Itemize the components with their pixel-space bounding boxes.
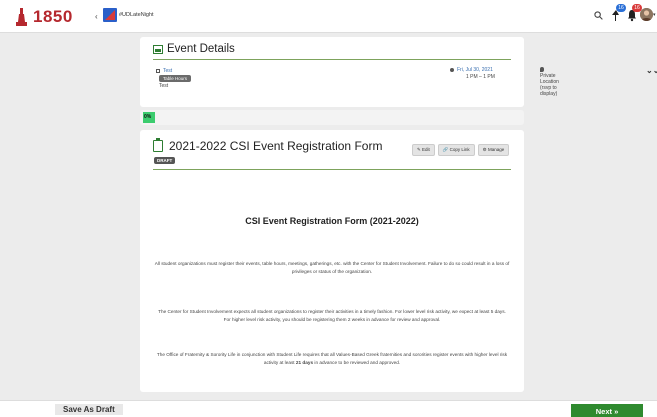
user-menu-caret-icon[interactable]: ▾ xyxy=(653,12,656,18)
event-location-text: Private Location (rsvp to display) xyxy=(540,73,559,97)
greek-life-paragraph: The Office of Fraternity & Sorority Life… xyxy=(156,352,508,365)
form-footer: Save As Draft Next » xyxy=(0,400,657,417)
status-badge: DRAFT xyxy=(154,157,176,164)
search-icon[interactable] xyxy=(594,11,603,20)
form-progress-bar: 0% xyxy=(140,110,524,125)
user-avatar[interactable] xyxy=(640,8,653,21)
divider xyxy=(153,59,511,60)
checkin-count-badge: 16 xyxy=(616,4,626,12)
timing-paragraph: The Center for Student Involvement expec… xyxy=(158,309,506,322)
checkbox-icon xyxy=(156,69,160,73)
divider xyxy=(153,169,511,170)
form-title: 2021-2022 CSI Event Registration Form xyxy=(169,139,383,153)
logo-text: 1850 xyxy=(33,7,73,26)
form-header: 2021-2022 CSI Event Registration Form xyxy=(153,138,383,153)
location-pin-icon xyxy=(540,67,544,73)
back-chevron-icon[interactable]: ‹ xyxy=(95,12,98,21)
event-name: Test xyxy=(163,68,173,74)
checkin-button[interactable]: 16 xyxy=(610,4,626,22)
event-date: Fri, Jul 30, 2021 xyxy=(450,67,493,73)
event-details-title: Event Details xyxy=(167,43,235,55)
home-logo[interactable]: 1850 xyxy=(16,7,73,27)
event-name-link[interactable]: Test xyxy=(156,68,172,74)
form-actions: ✎ Edit 🔗 Copy Link ⚙ Manage xyxy=(412,144,510,156)
form-section-heading: CSI Event Registration Form (2021-2022) xyxy=(245,216,419,226)
calendar-icon xyxy=(153,44,163,54)
user-photo-icon xyxy=(640,8,653,21)
event-description: Test xyxy=(159,83,169,89)
event-location: Private Location (rsvp to display) xyxy=(540,67,559,97)
clock-icon xyxy=(450,67,454,72)
org-name[interactable]: #UDLateNight xyxy=(119,12,154,18)
clipboard-icon xyxy=(153,138,163,152)
event-details-card: Event Details Test Table Hours Test Fri,… xyxy=(140,37,657,107)
event-type-tag: Table Hours xyxy=(159,75,192,82)
intro-paragraph: All student organizations must register … xyxy=(154,261,510,274)
top-nav-bar: 1850 ‹ #UDLateNight 16 16 ▾ xyxy=(0,0,657,33)
progress-fill: 0% xyxy=(143,112,155,123)
edit-button[interactable]: ✎ Edit xyxy=(412,144,435,156)
event-details-header: Event Details xyxy=(153,43,235,55)
manage-button[interactable]: ⚙ Manage xyxy=(477,144,510,156)
next-button[interactable]: Next » xyxy=(571,404,643,417)
copy-link-button[interactable]: 🔗 Copy Link xyxy=(437,144,475,156)
save-draft-button[interactable]: Save As Draft xyxy=(55,404,123,415)
event-time: 1 PM – 1 PM xyxy=(466,74,495,80)
notifications-button[interactable]: 16 xyxy=(626,4,642,22)
emphasis-text: 21 days xyxy=(295,360,314,365)
event-date-text: Fri, Jul 30, 2021 xyxy=(457,67,493,73)
org-avatar-icon[interactable] xyxy=(103,8,117,22)
double-chevron-down-icon[interactable]: ⌄⌄ xyxy=(646,66,657,75)
tower-icon xyxy=(16,8,27,26)
form-card: 2021-2022 CSI Event Registration Form DR… xyxy=(140,130,524,392)
